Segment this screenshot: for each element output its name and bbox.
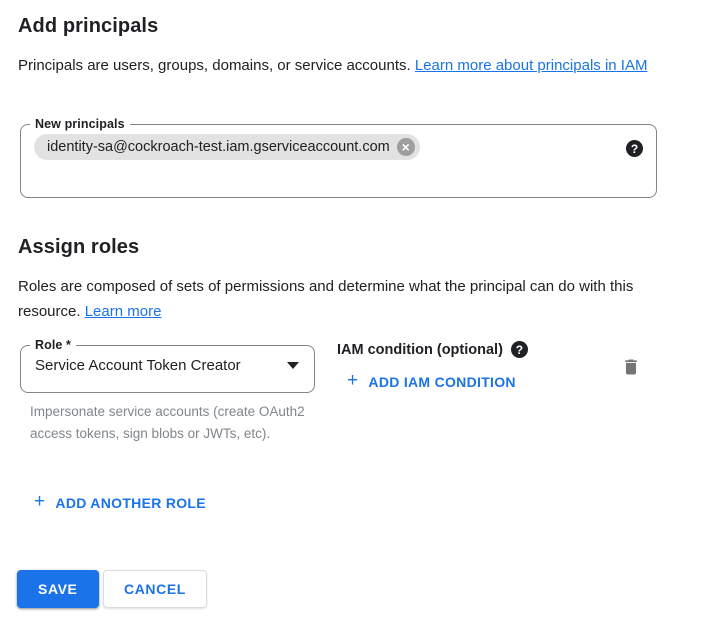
principal-chip-label: identity-sa@cockroach-test.iam.gservicea…	[47, 139, 390, 155]
principals-help-icon[interactable]: ?	[626, 140, 643, 157]
dropdown-arrow-icon	[287, 362, 299, 369]
role-select[interactable]: Service Account Token Creator	[21, 352, 314, 374]
add-another-role-button[interactable]: + ADD ANOTHER ROLE	[34, 493, 206, 512]
new-principals-input-area[interactable]: identity-sa@cockroach-test.iam.gservicea…	[21, 131, 656, 160]
role-select-field[interactable]: Role * Service Account Token Creator	[20, 338, 315, 393]
principals-description: Principals are users, groups, domains, o…	[18, 53, 674, 78]
learn-more-principals-link[interactable]: Learn more about principals in IAM	[415, 57, 648, 74]
role-selected-value: Service Account Token Creator	[35, 357, 241, 374]
trash-icon	[621, 357, 641, 377]
new-principals-label: New principals	[30, 117, 130, 131]
role-helper-text: Impersonate service accounts (create OAu…	[30, 401, 326, 445]
add-iam-condition-button[interactable]: + ADD IAM CONDITION	[347, 372, 516, 391]
role-label: Role *	[30, 338, 76, 352]
add-iam-condition-label: ADD IAM CONDITION	[368, 374, 515, 390]
plus-icon: +	[34, 492, 45, 511]
principal-chip[interactable]: identity-sa@cockroach-test.iam.gservicea…	[34, 134, 420, 160]
save-button[interactable]: SAVE	[17, 570, 99, 608]
add-principals-panel: Add principals Principals are users, gro…	[0, 0, 713, 629]
iam-condition-label: IAM condition (optional)	[337, 342, 503, 358]
delete-role-button[interactable]	[616, 352, 646, 382]
chip-remove-icon[interactable]: ×	[397, 138, 415, 156]
cancel-button[interactable]: CANCEL	[103, 570, 207, 608]
learn-more-roles-link[interactable]: Learn more	[85, 303, 162, 320]
assign-roles-title: Assign roles	[18, 236, 139, 259]
page-title: Add principals	[18, 15, 158, 38]
iam-condition-label-row: IAM condition (optional) ?	[337, 341, 528, 358]
principals-description-text: Principals are users, groups, domains, o…	[18, 57, 415, 74]
roles-description: Roles are composed of sets of permission…	[18, 274, 674, 324]
plus-icon: +	[347, 371, 358, 390]
iam-condition-help-icon[interactable]: ?	[511, 341, 528, 358]
add-another-role-label: ADD ANOTHER ROLE	[55, 495, 206, 511]
new-principals-field[interactable]: New principals identity-sa@cockroach-tes…	[20, 117, 657, 198]
